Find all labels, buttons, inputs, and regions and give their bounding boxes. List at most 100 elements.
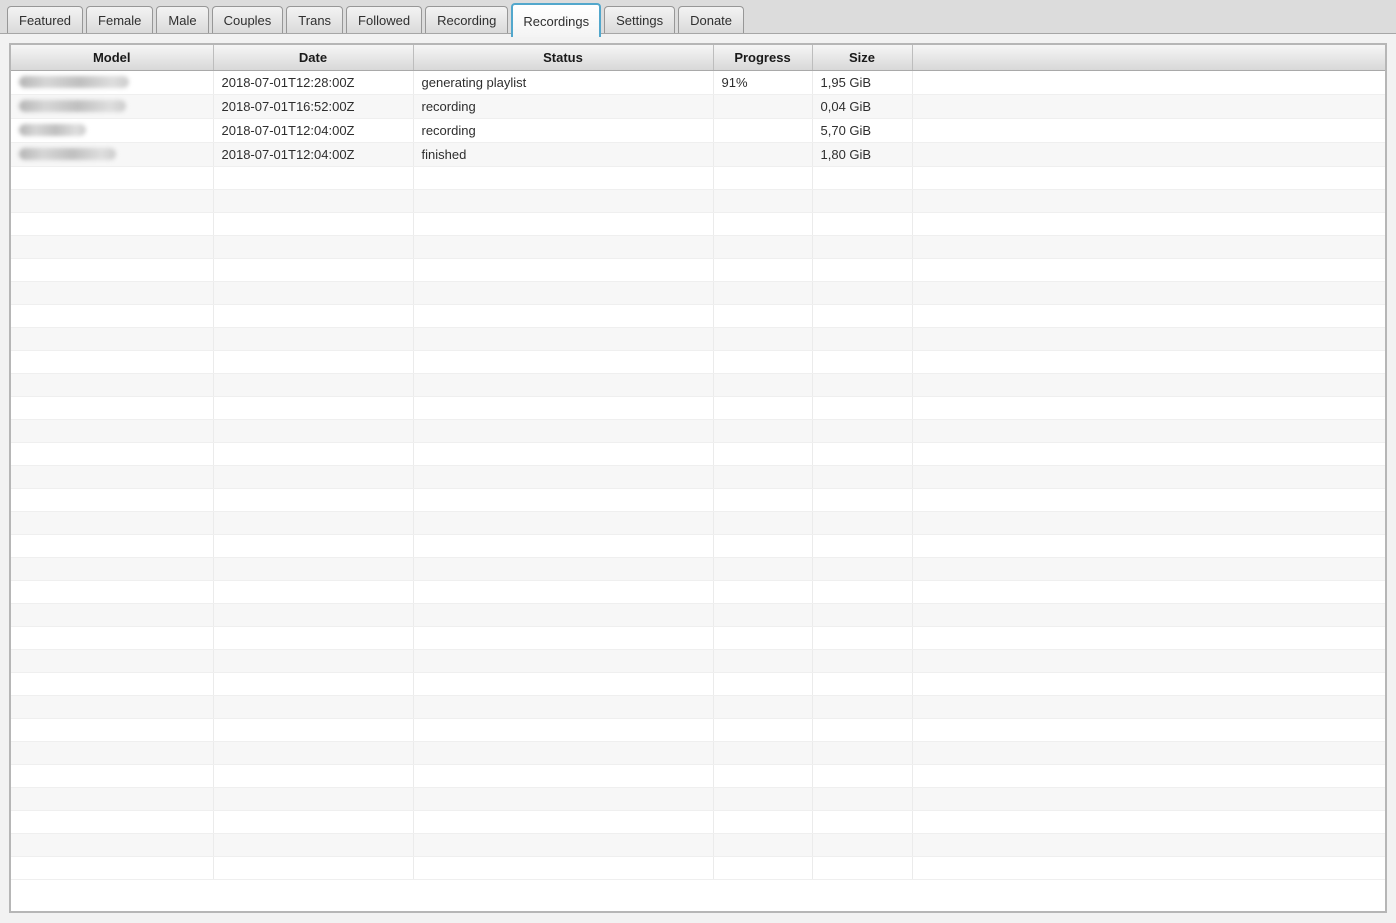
tab-label: Featured [19, 13, 71, 28]
tab-label: Donate [690, 13, 732, 28]
empty-table-row [11, 235, 1385, 258]
empty-table-row [11, 281, 1385, 304]
date-cell: 2018-07-01T12:04:00Z [213, 118, 413, 142]
empty-table-row [11, 212, 1385, 235]
empty-table-row [11, 856, 1385, 879]
status-cell: finished [413, 142, 713, 166]
tab-trans[interactable]: Trans [286, 6, 343, 33]
app-window: Featured Female Male Couples Trans Follo… [0, 0, 1396, 913]
tab-label: Recordings [523, 14, 589, 29]
column-header-size[interactable]: Size [812, 45, 912, 70]
progress-cell [713, 142, 812, 166]
progress-cell: 91% [713, 70, 812, 94]
empty-table-row [11, 580, 1385, 603]
table-row[interactable]: 2018-07-01T12:28:00Z generating playlist… [11, 70, 1385, 94]
tab-male[interactable]: Male [156, 6, 208, 33]
size-cell: 0,04 GiB [812, 94, 912, 118]
column-header-label: Date [299, 50, 327, 65]
status-cell: recording [413, 94, 713, 118]
size-cell: 1,95 GiB [812, 70, 912, 94]
column-header-label: Model [93, 50, 131, 65]
empty-table-row [11, 258, 1385, 281]
column-header-date[interactable]: Date [213, 45, 413, 70]
empty-table-row [11, 488, 1385, 511]
tab-label: Settings [616, 13, 663, 28]
table-row[interactable]: 2018-07-01T16:52:00Z recording 0,04 GiB [11, 94, 1385, 118]
empty-table-row [11, 764, 1385, 787]
tab-recording[interactable]: Recording [425, 6, 508, 33]
date-cell: 2018-07-01T16:52:00Z [213, 94, 413, 118]
size-cell: 5,70 GiB [812, 118, 912, 142]
tab-female[interactable]: Female [86, 6, 153, 33]
filler-cell [912, 142, 1385, 166]
tab-couples[interactable]: Couples [212, 6, 284, 33]
recordings-table: Model Date Status Progress Size 2018-07-… [11, 45, 1385, 880]
empty-table-row [11, 833, 1385, 856]
empty-table-row [11, 741, 1385, 764]
column-header-label: Size [849, 50, 875, 65]
tab-featured[interactable]: Featured [7, 6, 83, 33]
empty-table-row [11, 810, 1385, 833]
tab-recordings[interactable]: Recordings [511, 3, 601, 37]
tab-label: Followed [358, 13, 410, 28]
empty-table-row [11, 465, 1385, 488]
empty-table-row [11, 419, 1385, 442]
model-name-redacted [19, 76, 129, 88]
empty-table-row [11, 718, 1385, 741]
date-cell: 2018-07-01T12:28:00Z [213, 70, 413, 94]
table-body: 2018-07-01T12:28:00Z generating playlist… [11, 70, 1385, 879]
empty-table-row [11, 672, 1385, 695]
status-cell: generating playlist [413, 70, 713, 94]
tab-donate[interactable]: Donate [678, 6, 744, 33]
table-header-row: Model Date Status Progress Size [11, 45, 1385, 70]
column-header-label: Status [543, 50, 583, 65]
filler-cell [912, 118, 1385, 142]
tab-settings[interactable]: Settings [604, 6, 675, 33]
column-header-filler [912, 45, 1385, 70]
model-cell [11, 70, 213, 94]
column-header-label: Progress [734, 50, 790, 65]
filler-cell [912, 94, 1385, 118]
table-row[interactable]: 2018-07-01T12:04:00Z recording 5,70 GiB [11, 118, 1385, 142]
empty-table-row [11, 396, 1385, 419]
tab-label: Trans [298, 13, 331, 28]
status-cell: recording [413, 118, 713, 142]
progress-cell [713, 118, 812, 142]
date-cell: 2018-07-01T12:04:00Z [213, 142, 413, 166]
model-cell [11, 118, 213, 142]
tab-followed[interactable]: Followed [346, 6, 422, 33]
column-header-progress[interactable]: Progress [713, 45, 812, 70]
tab-label: Female [98, 13, 141, 28]
empty-table-row [11, 166, 1385, 189]
empty-table-row [11, 327, 1385, 350]
progress-cell [713, 94, 812, 118]
filler-cell [912, 70, 1385, 94]
table-row[interactable]: 2018-07-01T12:04:00Z finished 1,80 GiB [11, 142, 1385, 166]
empty-table-row [11, 626, 1385, 649]
tab-content-area: Model Date Status Progress Size 2018-07-… [0, 34, 1396, 913]
tab-label: Recording [437, 13, 496, 28]
column-header-status[interactable]: Status [413, 45, 713, 70]
model-name-redacted [19, 148, 116, 160]
empty-table-row [11, 511, 1385, 534]
empty-table-row [11, 534, 1385, 557]
model-cell [11, 142, 213, 166]
model-name-redacted [19, 124, 86, 136]
empty-table-row [11, 557, 1385, 580]
column-header-model[interactable]: Model [11, 45, 213, 70]
size-cell: 1,80 GiB [812, 142, 912, 166]
empty-table-row [11, 350, 1385, 373]
tab-bar: Featured Female Male Couples Trans Follo… [0, 0, 1396, 34]
tab-label: Couples [224, 13, 272, 28]
empty-table-row [11, 603, 1385, 626]
empty-table-row [11, 649, 1385, 672]
empty-table-row [11, 787, 1385, 810]
tab-label: Male [168, 13, 196, 28]
empty-table-row [11, 442, 1385, 465]
empty-table-row [11, 189, 1385, 212]
empty-table-row [11, 373, 1385, 396]
recordings-table-frame: Model Date Status Progress Size 2018-07-… [9, 43, 1387, 913]
model-name-redacted [19, 100, 126, 112]
model-cell [11, 94, 213, 118]
empty-table-row [11, 695, 1385, 718]
